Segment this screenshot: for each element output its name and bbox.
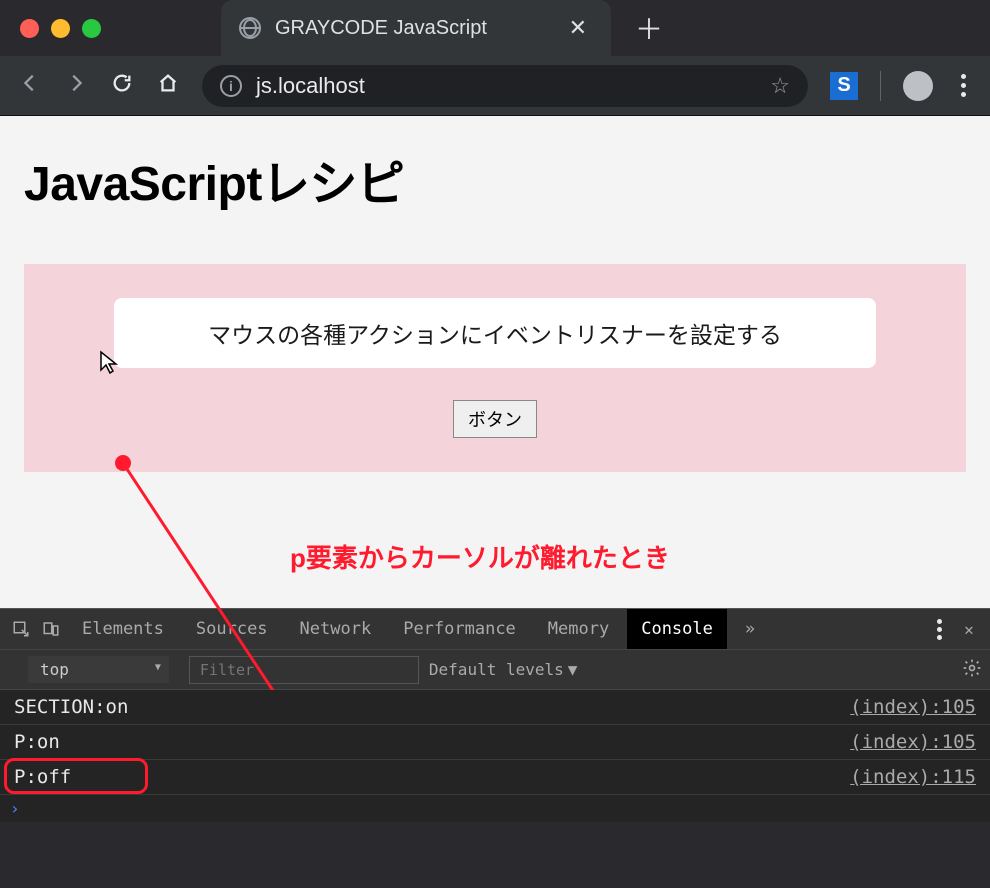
tab-memory[interactable]: Memory bbox=[534, 609, 623, 649]
console-output: SECTION:on (index):105 P:on (index):105 … bbox=[0, 690, 990, 822]
demo-paragraph[interactable]: マウスの各種アクションにイベントリスナーを設定する bbox=[114, 298, 876, 368]
demo-button[interactable]: ボタン bbox=[453, 400, 537, 438]
bookmark-star-icon[interactable]: ☆ bbox=[770, 73, 790, 99]
demo-section[interactable]: マウスの各種アクションにイベントリスナーを設定する ボタン bbox=[24, 264, 966, 472]
extension-icon[interactable]: S bbox=[830, 72, 858, 100]
url-text: js.localhost bbox=[256, 73, 365, 99]
home-button[interactable] bbox=[156, 72, 180, 99]
console-source-link[interactable]: (index):105 bbox=[850, 731, 976, 753]
tab-elements[interactable]: Elements bbox=[68, 609, 178, 649]
devtools-panel: Elements Sources Network Performance Mem… bbox=[0, 608, 990, 822]
forward-button[interactable] bbox=[64, 72, 88, 99]
device-toggle-icon[interactable] bbox=[38, 620, 64, 638]
devtools-menu-icon[interactable] bbox=[926, 619, 952, 640]
info-icon[interactable]: i bbox=[220, 75, 242, 97]
console-prompt[interactable]: › bbox=[0, 795, 990, 822]
window-controls bbox=[20, 19, 101, 38]
close-tab-button[interactable]: ✕ bbox=[563, 15, 593, 41]
console-toolbar: top Default levels ▼ bbox=[0, 650, 990, 690]
annotation-highlight-box bbox=[4, 758, 148, 794]
profile-avatar[interactable] bbox=[903, 71, 933, 101]
annotation-label: p要素からカーソルが離れたとき bbox=[290, 538, 670, 575]
console-filter-input[interactable] bbox=[189, 656, 419, 684]
console-row[interactable]: P:on (index):105 bbox=[0, 725, 990, 760]
separator bbox=[880, 71, 881, 101]
globe-icon bbox=[239, 17, 261, 39]
console-message: P:on bbox=[14, 731, 60, 753]
reload-button[interactable] bbox=[110, 72, 134, 99]
console-settings-icon[interactable] bbox=[962, 658, 982, 682]
tab-title: GRAYCODE JavaScript bbox=[275, 17, 549, 40]
tabs-overflow-button[interactable]: » bbox=[731, 609, 769, 649]
context-selector[interactable]: top bbox=[28, 656, 169, 683]
maximize-window-button[interactable] bbox=[82, 19, 101, 38]
title-bar: GRAYCODE JavaScript ✕ ＋ bbox=[0, 0, 990, 56]
console-message: SECTION:on bbox=[14, 696, 128, 718]
console-row[interactable]: SECTION:on (index):105 bbox=[0, 690, 990, 725]
devtools-close-icon[interactable]: ✕ bbox=[956, 620, 982, 639]
browser-tab[interactable]: GRAYCODE JavaScript ✕ bbox=[221, 0, 611, 56]
new-tab-button[interactable]: ＋ bbox=[635, 8, 663, 48]
tab-sources[interactable]: Sources bbox=[182, 609, 282, 649]
log-levels-selector[interactable]: Default levels ▼ bbox=[429, 660, 578, 679]
devtools-tab-bar: Elements Sources Network Performance Mem… bbox=[0, 608, 990, 650]
tab-network[interactable]: Network bbox=[286, 609, 386, 649]
address-bar[interactable]: i js.localhost ☆ bbox=[202, 65, 808, 107]
tab-console[interactable]: Console bbox=[627, 609, 727, 649]
inspect-icon[interactable] bbox=[8, 620, 34, 638]
console-source-link[interactable]: (index):105 bbox=[850, 696, 976, 718]
page-content: JavaScriptレシピ マウスの各種アクションにイベントリスナーを設定する … bbox=[0, 116, 990, 608]
browser-menu-button[interactable] bbox=[955, 74, 972, 97]
cursor-icon bbox=[98, 350, 122, 379]
minimize-window-button[interactable] bbox=[51, 19, 70, 38]
page-heading: JavaScriptレシピ bbox=[24, 144, 966, 214]
close-window-button[interactable] bbox=[20, 19, 39, 38]
console-row[interactable]: P:off (index):115 bbox=[0, 760, 990, 795]
browser-toolbar: i js.localhost ☆ S bbox=[0, 56, 990, 116]
tab-performance[interactable]: Performance bbox=[389, 609, 530, 649]
back-button[interactable] bbox=[18, 72, 42, 99]
console-source-link[interactable]: (index):115 bbox=[850, 766, 976, 788]
